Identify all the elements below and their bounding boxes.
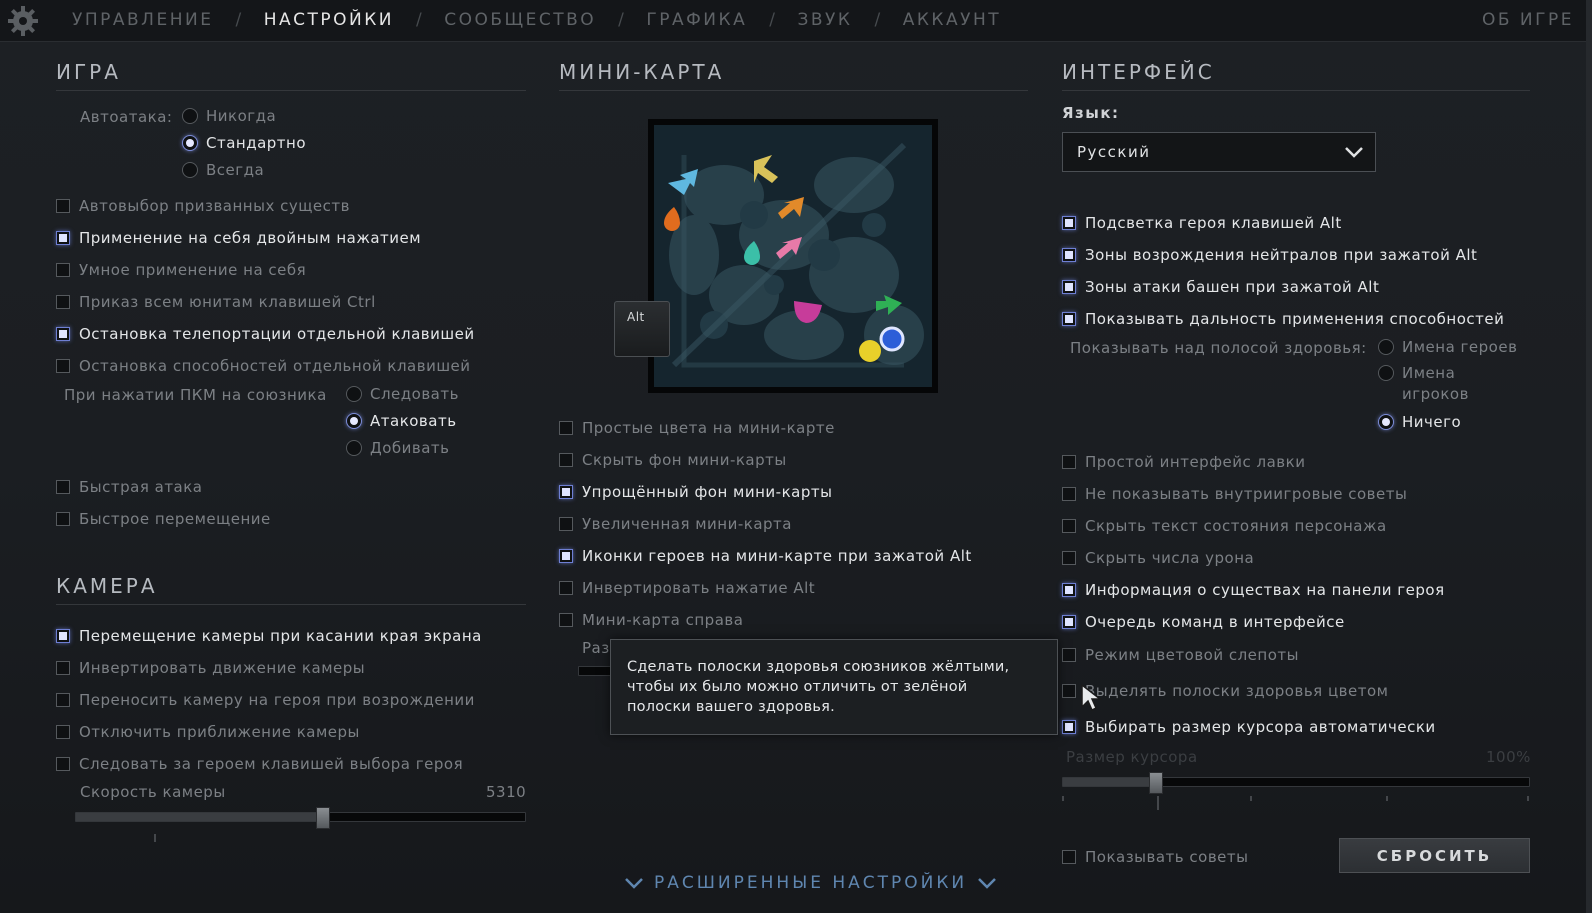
cursor-size-fill	[1063, 778, 1156, 786]
chevron-down-icon	[1345, 147, 1363, 158]
gear-icon[interactable]	[6, 4, 40, 38]
nav-separator: /	[235, 10, 242, 30]
checkbox-ctrl-all-units[interactable]: Приказ всем юнитам клавишей Ctrl	[56, 293, 376, 311]
mouse-cursor-icon	[1081, 683, 1103, 712]
checkbox-stop-abilities-key[interactable]: Остановка способностей отдельной клавише…	[56, 357, 471, 375]
checkbox-show-tips[interactable]: Показывать советы	[1062, 848, 1248, 866]
nav-separator: /	[416, 10, 423, 30]
top-navigation: УПРАВЛЕНИЕ / НАСТРОЙКИ / СООБЩЕСТВО / ГР…	[0, 0, 1592, 42]
cursor-size-slider[interactable]	[1062, 772, 1530, 794]
radio-player-names[interactable]: Имена игроков	[1378, 364, 1482, 405]
language-select[interactable]: Русский	[1062, 132, 1376, 172]
checkbox-minimap-hero-icons-alt[interactable]: Иконки героев на мини-карте при зажатой …	[559, 547, 972, 565]
checkbox-smart-self-cast[interactable]: Умное применение на себя	[56, 261, 306, 279]
camera-speed-label: Скорость камеры	[80, 783, 226, 801]
radio-autoattack-standard[interactable]: Стандартно	[182, 134, 306, 152]
checkbox-hide-minimap-bg[interactable]: Скрыть фон мини-карты	[559, 451, 787, 469]
alt-key-icon: Alt	[614, 301, 670, 357]
minimap-preview	[648, 119, 938, 393]
slider-tick	[1386, 796, 1388, 801]
checkbox-double-tap-self-cast[interactable]: Применение на себя двойным нажатием	[56, 229, 421, 247]
chevron-down-icon	[625, 878, 643, 889]
checkbox-hide-damage-numbers[interactable]: Скрыть числа урона	[1062, 549, 1254, 567]
section-title-game: ИГРА	[56, 60, 526, 91]
checkbox-camera-on-respawn[interactable]: Переносить камеру на героя при возрожден…	[56, 691, 475, 709]
checkbox-invert-camera[interactable]: Инвертировать движение камеры	[56, 659, 365, 677]
checkbox-hero-highlight-alt[interactable]: Подсветка героя клавишей Alt	[1062, 214, 1342, 232]
health-bar-label: Показывать над полосой здоровья:	[1070, 339, 1367, 357]
checkbox-auto-cursor-size[interactable]: Выбирать размер курсора автоматически	[1062, 718, 1436, 736]
camera-speed-thumb[interactable]	[316, 807, 330, 829]
radio-rmb-follow[interactable]: Следовать	[346, 385, 459, 403]
tab-community[interactable]: СООБЩЕСТВО	[444, 10, 596, 30]
radio-nothing[interactable]: Ничего	[1378, 413, 1461, 431]
tab-about[interactable]: ОБ ИГРЕ	[1482, 10, 1574, 30]
slider-tick	[1527, 796, 1529, 801]
camera-speed-value: 5310	[486, 783, 527, 801]
checkbox-follow-hero-key[interactable]: Следовать за героем клавишей выбора геро…	[56, 755, 463, 773]
nav-separator: /	[769, 10, 776, 30]
cursor-size-thumb[interactable]	[1149, 772, 1163, 794]
checkbox-disable-zoom[interactable]: Отключить приближение камеры	[56, 723, 360, 741]
checkbox-hide-tips[interactable]: Не показывать внутриигровые советы	[1062, 485, 1407, 503]
minimap-image	[654, 125, 932, 387]
checkbox-invert-alt[interactable]: Инвертировать нажатие Alt	[559, 579, 815, 597]
checkbox-colored-health-bars[interactable]: Выделять полоски здоровья цветом	[1062, 682, 1388, 700]
partial-label: Раз	[582, 639, 610, 657]
checkbox-colorblind[interactable]: Режим цветовой слепоты	[1062, 646, 1299, 664]
radio-rmb-deny[interactable]: Добивать	[346, 439, 450, 457]
cursor-size-label: Размер курсора	[1066, 748, 1198, 766]
nav-tabs: УПРАВЛЕНИЕ / НАСТРОЙКИ / СООБЩЕСТВО / ГР…	[72, 10, 1001, 30]
section-title-interface: ИНТЕРФЕЙС	[1062, 60, 1530, 91]
checkbox-unit-info-panel[interactable]: Информация о существах на панели героя	[1062, 581, 1445, 599]
radio-rmb-attack[interactable]: Атаковать	[346, 412, 457, 430]
nav-separator: /	[874, 10, 881, 30]
checkbox-large-minimap[interactable]: Увеличенная мини-карта	[559, 515, 792, 533]
checkbox-auto-select-summons[interactable]: Автовыбор призванных существ	[56, 197, 350, 215]
camera-speed-slider[interactable]	[75, 807, 526, 829]
section-title-camera: КАМЕРА	[56, 574, 526, 605]
advanced-settings-toggle[interactable]: РАСШИРЕННЫЕ НАСТРОЙКИ	[614, 873, 1007, 893]
camera-speed-fill	[76, 813, 323, 821]
autoattack-label: Автоатака:	[80, 108, 173, 126]
checkbox-minimap-right[interactable]: Мини-карта справа	[559, 611, 743, 629]
radio-autoattack-always[interactable]: Всегда	[182, 161, 264, 179]
tab-graphics[interactable]: ГРАФИКА	[646, 10, 747, 30]
checkbox-simple-minimap-colors[interactable]: Простые цвета на мини-карте	[559, 419, 835, 437]
checkbox-tower-range-alt[interactable]: Зоны атаки башен при зажатой Alt	[1062, 278, 1379, 296]
checkbox-simplified-minimap-bg[interactable]: Упрощённый фон мини-карты	[559, 483, 832, 501]
slider-tick	[1250, 796, 1252, 801]
language-label: Язык:	[1062, 104, 1120, 122]
checkbox-quick-attack[interactable]: Быстрая атака	[56, 478, 203, 496]
slider-tick	[154, 834, 156, 842]
radio-autoattack-never[interactable]: Никогда	[182, 107, 276, 125]
scrollbar-edge	[1586, 0, 1592, 913]
checkbox-edge-pan[interactable]: Перемещение камеры при касании края экра…	[56, 627, 482, 645]
tab-settings[interactable]: НАСТРОЙКИ	[264, 10, 394, 30]
slider-tick	[1062, 796, 1064, 801]
checkbox-neutral-spawns-alt[interactable]: Зоны возрождения нейтралов при зажатой A…	[1062, 246, 1477, 264]
checkbox-command-queue[interactable]: Очередь команд в интерфейсе	[1062, 613, 1345, 631]
chevron-down-icon	[978, 878, 997, 889]
nav-separator: /	[618, 10, 625, 30]
section-title-minimap: МИНИ-КАРТА	[559, 60, 1028, 91]
cursor-size-value: 100%	[1486, 748, 1531, 766]
tooltip: Сделать полоски здоровья союзников жёлты…	[610, 639, 1058, 735]
checkbox-hide-status-text[interactable]: Скрыть текст состояния персонажа	[1062, 517, 1387, 535]
checkbox-stop-teleport-key[interactable]: Остановка телепортации отдельной клавише…	[56, 325, 475, 343]
radio-hero-names[interactable]: Имена героев	[1378, 338, 1517, 356]
checkbox-ability-range[interactable]: Показывать дальность применения способно…	[1062, 310, 1504, 328]
rmb-ally-label: При нажатии ПКМ на союзника	[64, 386, 327, 404]
tab-account[interactable]: АККАУНТ	[903, 10, 1001, 30]
checkbox-quick-move[interactable]: Быстрое перемещение	[56, 510, 271, 528]
slider-tick	[1157, 796, 1159, 810]
checkbox-simple-shop[interactable]: Простой интерфейс лавки	[1062, 453, 1305, 471]
tab-sound[interactable]: ЗВУК	[797, 10, 852, 30]
reset-button[interactable]: СБРОСИТЬ	[1339, 838, 1530, 873]
tab-controls[interactable]: УПРАВЛЕНИЕ	[72, 10, 213, 30]
